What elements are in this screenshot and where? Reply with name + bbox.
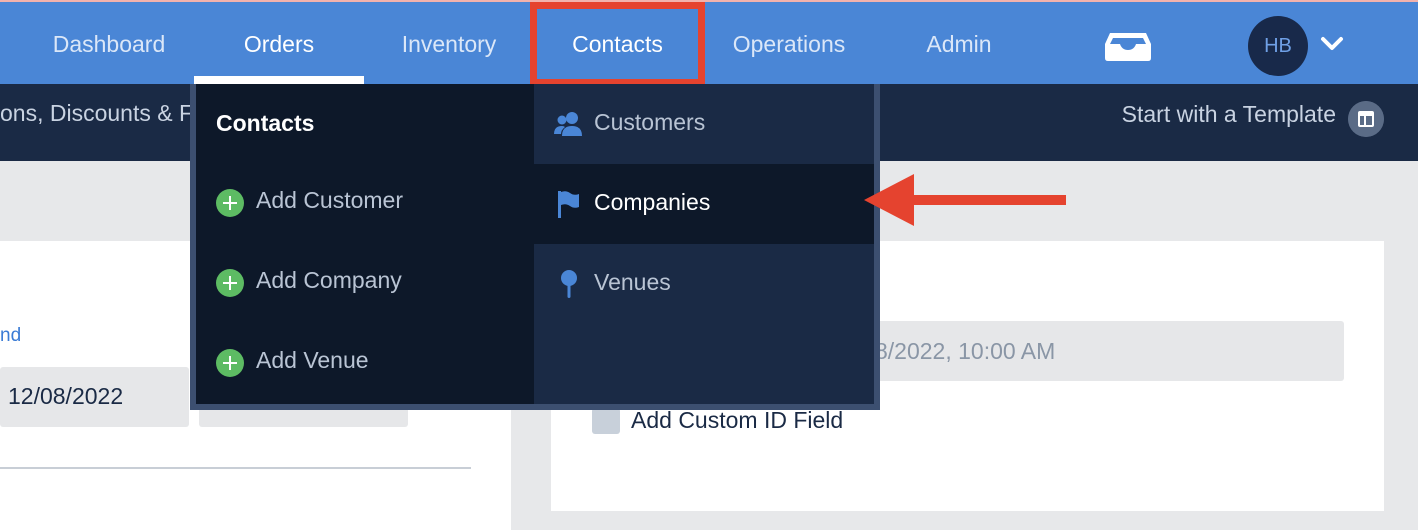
dropdown-item-venues[interactable]: Venues [534,244,874,324]
nav-admin[interactable]: Admin [890,2,1028,86]
layout-template-icon[interactable] [1348,101,1384,137]
plus-circle-icon [216,269,244,297]
partial-link[interactable]: nd [0,325,21,347]
dropdown-nav-column: Customers Companies Venues [534,84,874,404]
top-nav: Dashboard Orders Inventory Contacts Oper… [0,0,1418,86]
dropdown-item-customers[interactable]: Customers [534,84,874,164]
annotation-arrow-icon [864,174,1066,226]
nav-inventory[interactable]: Inventory [370,2,528,86]
nav-operations[interactable]: Operations [710,2,868,86]
inbox-icon[interactable] [1104,30,1152,62]
dropdown-item-companies[interactable]: Companies [534,164,874,244]
add-venue-label: Add Venue [256,347,369,373]
nav-orders[interactable]: Orders [194,2,364,86]
start-with-template-link[interactable]: Start with a Template [1122,101,1336,128]
venues-label: Venues [594,269,671,295]
map-pin-icon [561,270,577,298]
users-icon [554,112,582,136]
avatar[interactable]: HB [1248,16,1308,76]
add-company-label: Add Company [256,267,402,293]
add-customer-label: Add Customer [256,187,404,213]
subnav-partial-label[interactable]: ons, Discounts & Fe [0,100,206,127]
companies-label: Companies [594,189,711,215]
chevron-down-icon[interactable] [1320,35,1344,53]
dropdown-heading: Contacts [216,110,315,136]
contacts-dropdown: Contacts Add Customer Add Company Add Ve… [190,84,880,410]
customers-label: Customers [594,109,706,135]
plus-circle-icon [216,189,244,217]
highlight-box [530,2,705,86]
datetime-value: 8/2022, 10:00 AM [875,338,1056,364]
custom-id-checkbox[interactable] [592,408,620,434]
nav-dashboard[interactable]: Dashboard [30,2,188,86]
plus-circle-icon [216,349,244,377]
date-input[interactable]: 12/08/2022 [0,367,189,427]
custom-id-label[interactable]: Add Custom ID Field [631,407,843,434]
date-value: 12/08/2022 [8,383,124,409]
dropdown-actions-column: Contacts Add Customer Add Company Add Ve… [196,84,534,404]
divider [0,467,471,469]
flag-icon [558,191,579,218]
